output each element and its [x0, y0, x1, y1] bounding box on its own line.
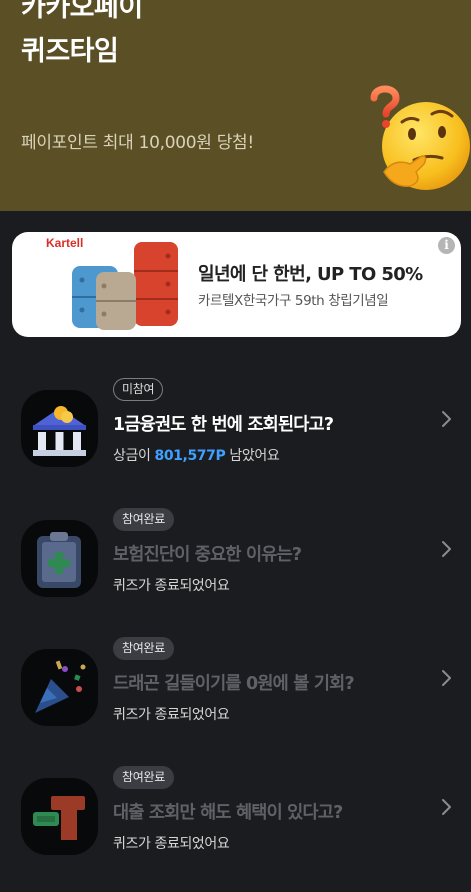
ad-description: 카르텔X한국가구 59th 창립기념일	[198, 293, 389, 309]
quiz-status: 상금이 801,577P 남았어요	[113, 445, 280, 465]
status-badge: 미참여	[113, 378, 164, 401]
status-suffix: 남았어요	[225, 448, 280, 464]
hero-subtitle: 페이포인트 최대 10,000원 당첨!	[21, 133, 254, 153]
party-popper-icon	[21, 649, 98, 726]
quiz-title: 보험진단이 중요한 이유는?	[113, 545, 302, 565]
quiz-status: 퀴즈가 종료되었어요	[113, 578, 230, 594]
status-badge: 참여완료	[113, 766, 174, 789]
hero-banner: 카카오페이 퀴즈타임 페이포인트 최대 10,000원 당첨!	[0, 0, 471, 211]
quiz-title: 1금융권도 한 번에 조회된다고?	[113, 415, 334, 435]
bank-icon	[21, 390, 98, 467]
quiz-item[interactable]: 참여완료 보험진단이 중요한 이유는? 퀴즈가 종료되었어요	[0, 501, 471, 611]
quiz-status: 퀴즈가 종료되었어요	[113, 707, 230, 723]
status-badge: 참여완료	[113, 637, 174, 660]
quiz-item[interactable]: 미참여 1금융권도 한 번에 조회된다고? 상금이 801,577P 남았어요	[0, 371, 471, 481]
quiz-title: 대출 조회만 해도 혜택이 있다고?	[113, 803, 343, 823]
chevron-right-icon	[442, 411, 451, 427]
ad-banner[interactable]: Kartell 일년에 단 한번, UP TO 50% 카르텔X한국가구 59t…	[12, 232, 461, 337]
hero-title-line2: 퀴즈타임	[21, 36, 119, 67]
status-prefix: 상금이	[113, 448, 155, 464]
thinking-face-icon	[370, 85, 470, 190]
ad-title: 일년에 단 한번, UP TO 50%	[198, 264, 423, 285]
hero-title: 카카오페이 퀴즈타임	[21, 0, 143, 74]
chevron-right-icon	[442, 799, 451, 815]
chevron-right-icon	[442, 541, 451, 557]
info-icon[interactable]: i	[438, 237, 455, 254]
loan-icon	[21, 778, 98, 855]
medical-clipboard-icon	[21, 520, 98, 597]
hero-title-line1: 카카오페이	[21, 0, 143, 23]
prize-amount: 801,577P	[154, 448, 226, 464]
chevron-right-icon	[442, 670, 451, 686]
quiz-item[interactable]: 참여완료 드래곤 길들이기를 0원에 볼 기회? 퀴즈가 종료되었어요	[0, 630, 471, 740]
quiz-item[interactable]: 참여완료 대출 조회만 해도 혜택이 있다고? 퀴즈가 종료되었어요	[0, 759, 471, 869]
quiz-title: 드래곤 길들이기를 0원에 볼 기회?	[113, 674, 355, 694]
quiz-status: 퀴즈가 종료되었어요	[113, 836, 230, 852]
furniture-product-image	[72, 242, 178, 330]
status-badge: 참여완료	[113, 508, 174, 531]
